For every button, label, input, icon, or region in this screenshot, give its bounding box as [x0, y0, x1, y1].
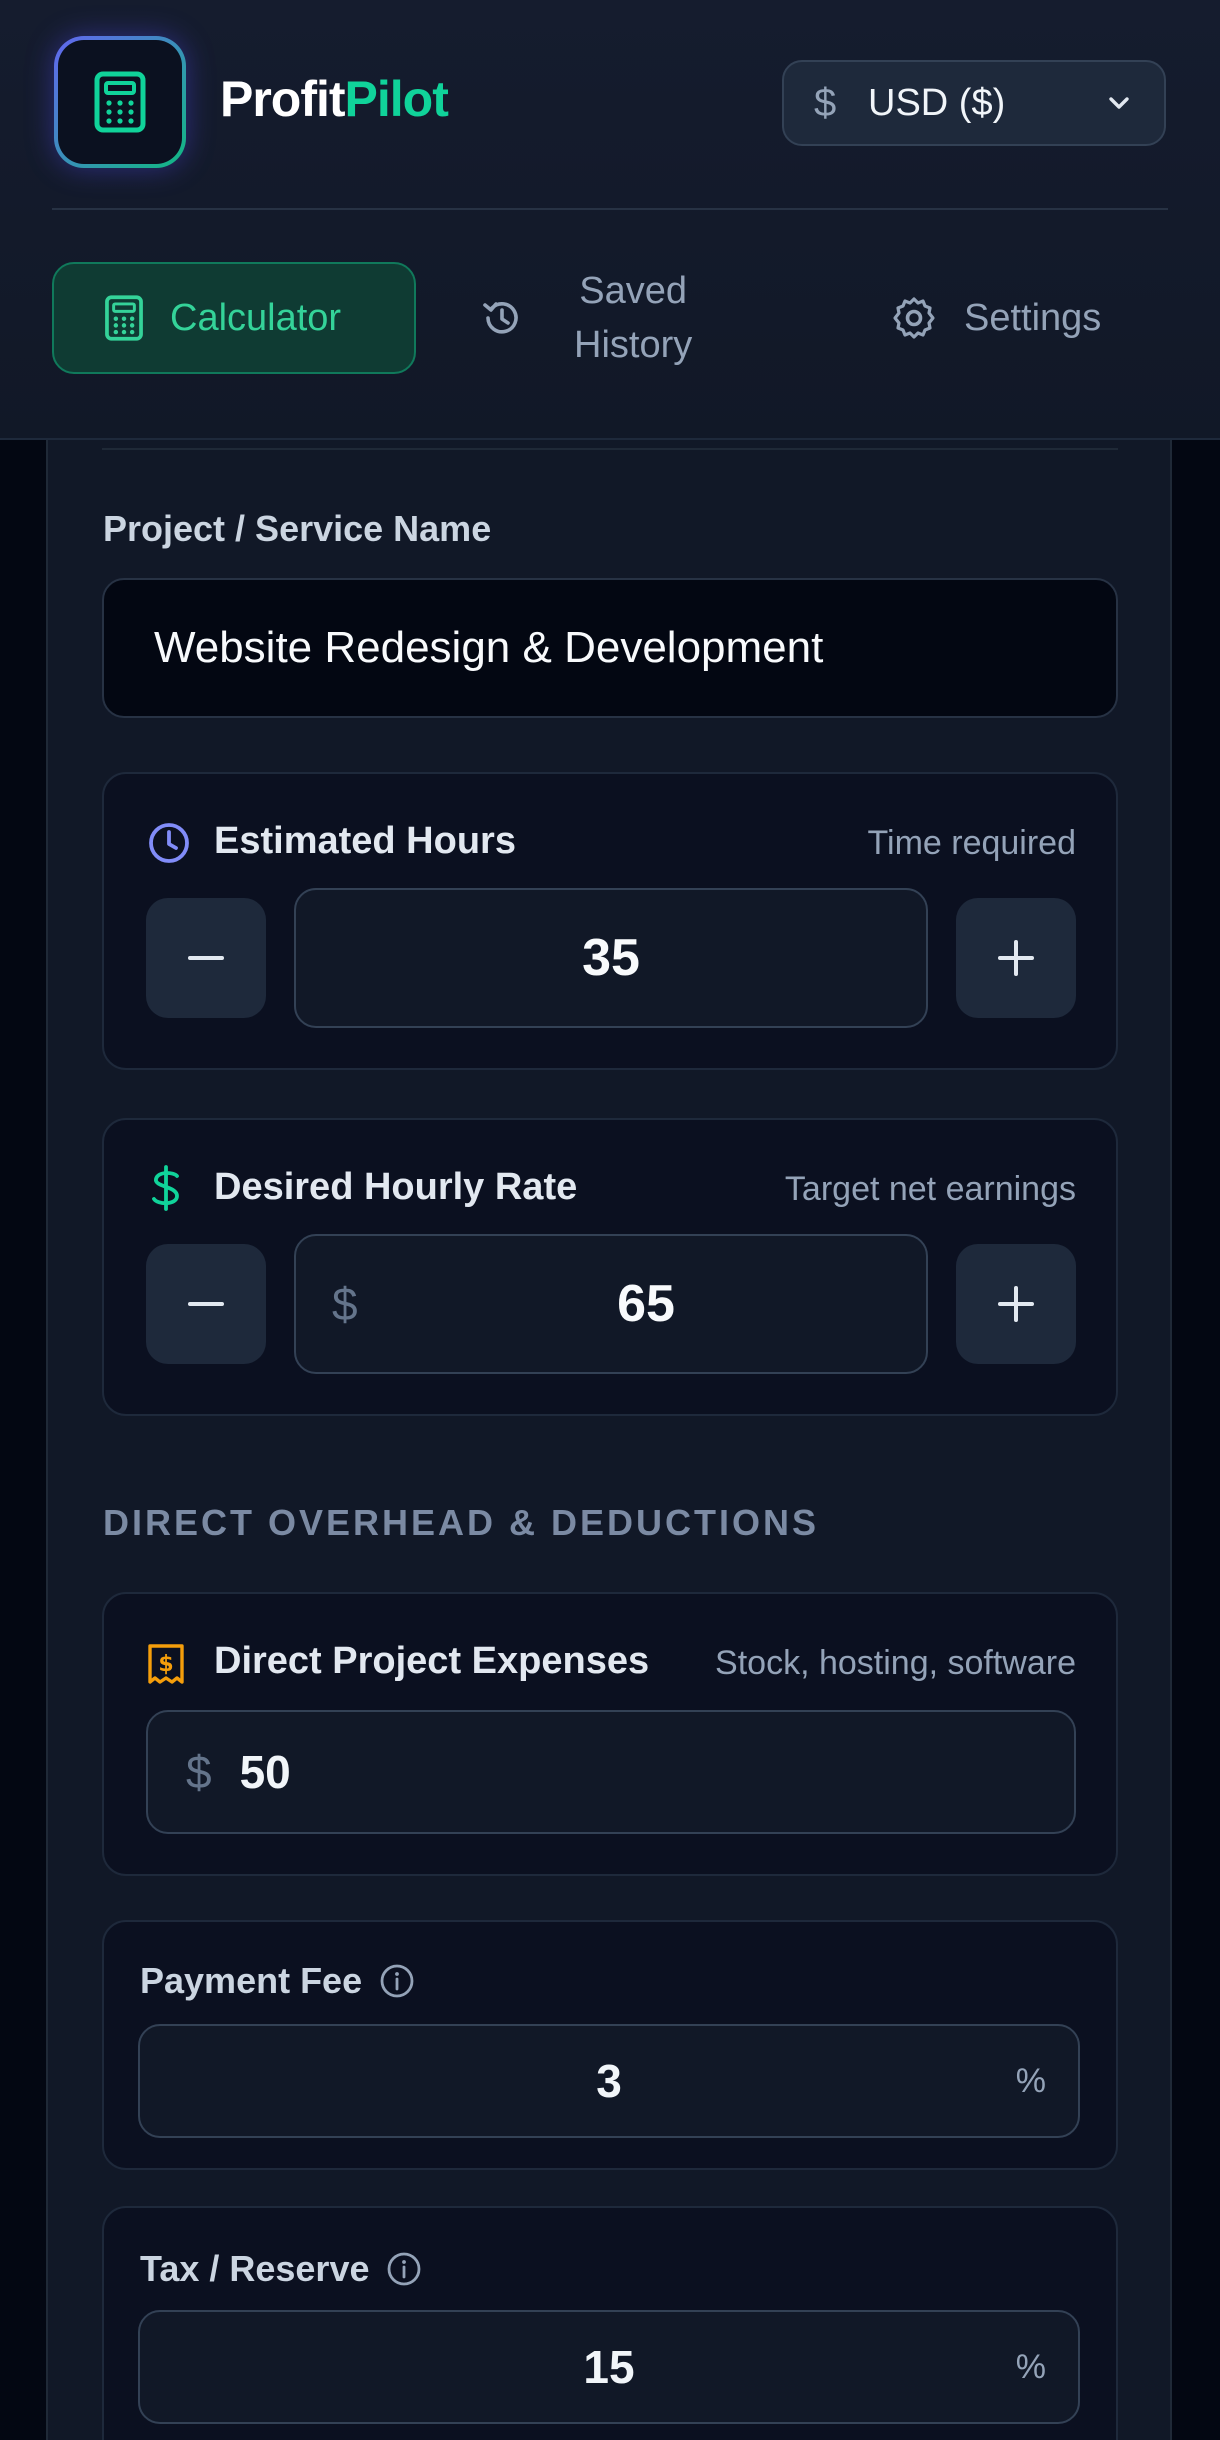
tab-calculator[interactable]: Calculator [52, 262, 416, 374]
header-divider [52, 208, 1168, 210]
tax-reserve-unit: % [1015, 2347, 1046, 2386]
clock-icon [149, 823, 189, 863]
tax-reserve-input[interactable]: 15 % [138, 2310, 1080, 2424]
chevron-down-icon [1109, 97, 1129, 109]
project-name-label: Project / Service Name [103, 508, 492, 549]
estimated-hours-hint: Time required [867, 824, 1076, 862]
minus-icon [188, 956, 224, 960]
project-expenses-title: Direct Project Expenses [214, 1640, 650, 1682]
tax-reserve-label: Tax / Reserve [140, 2248, 370, 2289]
project-expenses-hint: Stock, hosting, software [715, 1644, 1076, 1682]
info-icon[interactable] [378, 1962, 416, 2000]
tab-settings[interactable]: Settings [890, 262, 1190, 374]
tab-saved-history[interactable]: Saved History [480, 262, 760, 374]
app-brand: ProfitPilot [220, 70, 449, 128]
payment-fee-unit: % [1015, 2061, 1046, 2100]
receipt-icon: $ [148, 1644, 184, 1684]
estimated-hours-panel: Estimated Hours Time required 35 [102, 772, 1118, 1070]
svg-text:$: $ [158, 1652, 173, 1677]
payment-fee-panel: Payment Fee 3 % [102, 1920, 1118, 2170]
payment-fee-label-row: Payment Fee [140, 1960, 416, 2002]
project-name-input[interactable]: Website Redesign & Development [102, 578, 1118, 718]
minus-icon [188, 1302, 224, 1306]
hourly-rate-panel: Desired Hourly Rate Target net earnings … [102, 1118, 1118, 1416]
currency-select[interactable]: $ USD ($) [782, 60, 1166, 146]
hours-input[interactable]: 35 [294, 888, 928, 1028]
tab-history-line1: Saved [579, 270, 687, 312]
tab-calculator-label: Calculator [170, 296, 342, 339]
tab-settings-label: Settings [964, 296, 1102, 339]
card-divider [102, 448, 1118, 450]
tab-saved-history-label: Saved History [574, 264, 692, 372]
expenses-value: 50 [239, 1746, 291, 1798]
hourly-rate-hint: Target net earnings [784, 1170, 1076, 1208]
tax-reserve-label-row: Tax / Reserve [140, 2248, 423, 2290]
currency-label: USD ($) [868, 81, 1006, 124]
plus-icon [998, 940, 1034, 976]
expenses-currency-symbol: $ [186, 1746, 212, 1798]
tab-history-line2: History [574, 324, 693, 366]
info-icon[interactable] [385, 2250, 423, 2288]
tax-reserve-panel: Tax / Reserve 15 % [102, 2206, 1118, 2440]
plus-icon [998, 1286, 1034, 1322]
app-header: ProfitPilot $ USD ($) Calculator Saved H… [0, 0, 1220, 440]
payment-fee-input[interactable]: 3 % [138, 2024, 1080, 2138]
brand-name-part2: Pilot [344, 71, 449, 127]
payment-fee-label: Payment Fee [140, 1960, 363, 2001]
hours-increment-button[interactable] [956, 898, 1076, 1018]
rate-value: 65 [617, 1275, 675, 1333]
rate-increment-button[interactable] [956, 1244, 1076, 1364]
overhead-section-heading: DIRECT OVERHEAD & DEDUCTIONS [103, 1502, 820, 1543]
rate-input[interactable]: $ 65 [294, 1234, 928, 1374]
history-icon [483, 302, 518, 334]
hourly-rate-title: Desired Hourly Rate [214, 1166, 578, 1208]
brand-name-part1: Profit [220, 71, 346, 127]
app-logo[interactable] [54, 36, 186, 168]
dollar-icon [152, 1165, 179, 1211]
tax-reserve-value: 15 [583, 2341, 635, 2393]
calculator-icon [105, 295, 143, 341]
estimated-hours-title: Estimated Hours [214, 820, 516, 862]
project-expenses-input[interactable]: $ 50 [146, 1710, 1076, 1834]
calculator-icon [94, 71, 146, 133]
rate-currency-symbol: $ [332, 1278, 358, 1330]
currency-symbol: $ [814, 80, 837, 125]
gear-icon [893, 297, 935, 339]
rate-decrement-button[interactable] [146, 1244, 266, 1364]
hours-decrement-button[interactable] [146, 898, 266, 1018]
project-expenses-panel: $ Direct Project Expenses Stock, hosting… [102, 1592, 1118, 1876]
payment-fee-value: 3 [596, 2055, 622, 2107]
